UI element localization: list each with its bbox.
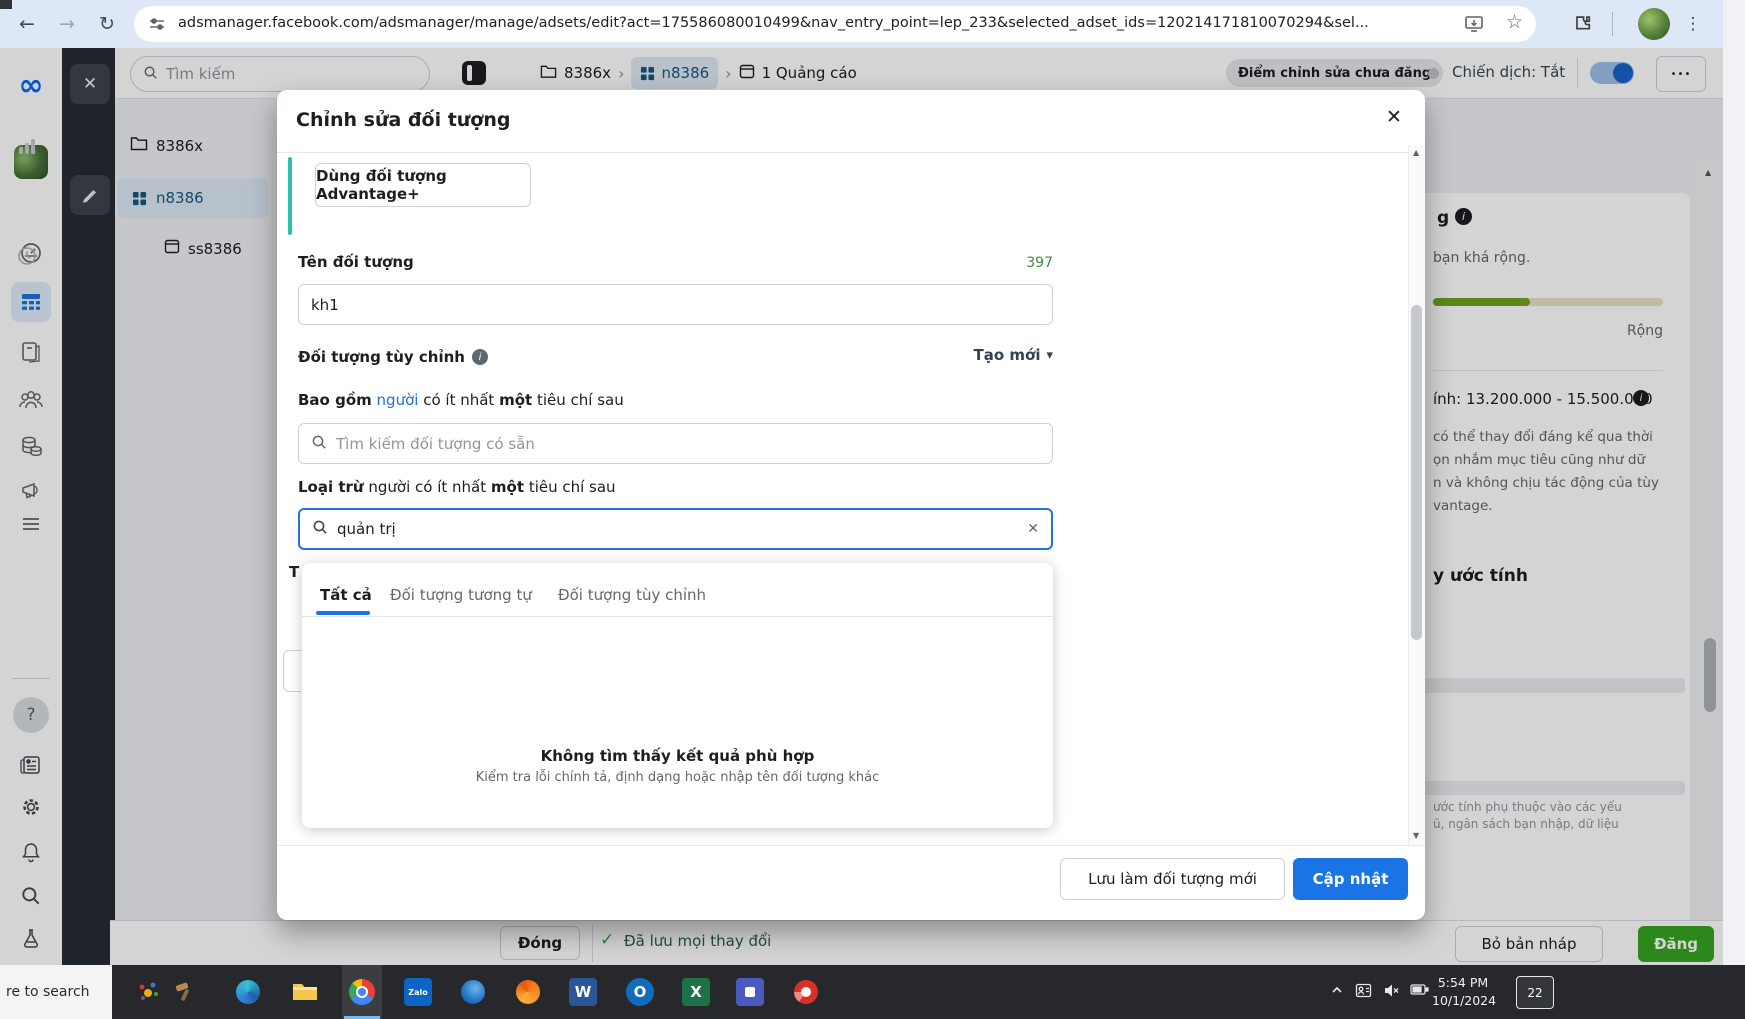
search-icon <box>311 434 327 454</box>
search-icon <box>312 519 328 539</box>
people-link[interactable]: người <box>377 391 419 409</box>
active-tab-underline <box>316 611 370 615</box>
taskbar-thunderbird-icon[interactable] <box>459 978 487 1006</box>
include-search-field[interactable] <box>298 423 1053 464</box>
browser-profile-avatar[interactable] <box>1638 8 1670 40</box>
taskbar-red-app-icon[interactable] <box>792 978 820 1006</box>
info-icon[interactable]: i <box>472 349 488 365</box>
address-bar[interactable]: adsmanager.facebook.com/adsmanager/manag… <box>134 6 1536 42</box>
browser-menu-icon[interactable]: ⋮ <box>1678 9 1708 39</box>
taskbar-word-icon[interactable]: W <box>569 978 597 1006</box>
notification-center-icon[interactable]: 22 <box>1516 976 1554 1009</box>
bookmark-star-icon[interactable]: ☆ <box>1506 11 1523 33</box>
browser-back-button[interactable]: ← <box>12 9 42 39</box>
desktop-wallpaper <box>1723 0 1745 965</box>
create-new-dropdown[interactable]: Tạo mới ▾ <box>974 346 1054 364</box>
taskbar-zalo-icon[interactable]: Zalo <box>404 978 432 1006</box>
url-text[interactable]: adsmanager.facebook.com/adsmanager/manag… <box>178 15 1448 31</box>
hidden-input-fragment <box>283 650 301 692</box>
modal-footer-divider <box>277 845 1425 846</box>
audience-name-label: Tên đối tượng <box>298 253 414 271</box>
edit-audience-modal: Chỉnh sửa đối tượng ✕ Dùng đối tượng Adv… <box>277 90 1425 920</box>
tray-chevron-icon[interactable] <box>1330 983 1344 1001</box>
taskbar-app-colorful-icon[interactable] <box>134 978 162 1006</box>
notification-count-badge: 22 <box>1527 986 1542 1000</box>
tab-all[interactable]: Tất cả <box>320 586 372 604</box>
taskbar-excel-icon[interactable]: X <box>682 978 710 1006</box>
empty-results-title: Không tìm thấy kết quả phù hợp <box>302 747 1053 765</box>
modal-header-divider <box>277 152 1425 153</box>
window-corner-artifact <box>0 0 12 9</box>
clear-input-icon[interactable]: ✕ <box>1027 521 1039 537</box>
custom-audience-header: Đối tượng tùy chỉnh i <box>298 348 488 366</box>
name-char-counter: 397 <box>1026 255 1053 271</box>
taskbar-file-explorer-icon[interactable] <box>291 978 319 1006</box>
advantage-audience-button[interactable]: Dùng đối tượng Advantage+ <box>315 163 531 207</box>
tray-battery-icon[interactable] <box>1410 983 1429 1000</box>
exclude-criteria-line: Loại trừ người có ít nhất một tiêu chí s… <box>298 478 616 496</box>
chrome-icon <box>348 978 376 1006</box>
taskbar-app-hammer-icon[interactable] <box>170 978 198 1006</box>
taskbar-orange-app-icon[interactable] <box>514 978 542 1006</box>
taskbar-search-text: re to search <box>0 984 90 1000</box>
browser-forward-button[interactable]: → <box>52 9 82 39</box>
scroll-up-arrow[interactable]: ▲ <box>1413 148 1419 157</box>
screen: ← → ↻ adsmanager.facebook.com/adsmanager… <box>0 0 1745 1019</box>
browser-toolbar: ← → ↻ adsmanager.facebook.com/adsmanager… <box>0 0 1723 48</box>
taskbar-chrome-active-slot[interactable] <box>342 965 382 1019</box>
tray-volume-icon[interactable] <box>1383 982 1401 1003</box>
tray-time: 5:54 PM <box>1432 974 1494 992</box>
tab-lookalike[interactable]: Đối tượng tương tự <box>390 586 532 604</box>
tab-custom[interactable]: Đối tượng tùy chỉnh <box>558 586 706 604</box>
save-as-new-audience-button[interactable]: Lưu làm đối tượng mới <box>1060 858 1285 900</box>
extensions-puzzle-icon[interactable] <box>1572 13 1594 39</box>
tray-contact-icon[interactable] <box>1355 982 1372 1003</box>
include-criteria-line: Bao gồm người có ít nhất một tiêu chí sa… <box>298 391 624 409</box>
active-section-accent <box>288 157 292 235</box>
hidden-content-fragment: T <box>289 563 300 583</box>
browser-reload-button[interactable]: ↻ <box>92 9 122 39</box>
modal-scrollbar-thumb[interactable] <box>1411 305 1422 640</box>
update-audience-button[interactable]: Cập nhật <box>1293 858 1408 900</box>
taskbar-teams-icon[interactable] <box>736 978 764 1006</box>
modal-scrollbar[interactable]: ▲ ▼ <box>1408 145 1425 845</box>
scroll-down-arrow[interactable]: ▼ <box>1413 831 1419 840</box>
audience-name-input[interactable] <box>298 284 1053 325</box>
caret-down-icon: ▾ <box>1046 348 1053 363</box>
tray-clock[interactable]: 5:54 PM 10/1/2024 <box>1432 974 1494 1010</box>
toolbar-divider <box>1612 12 1613 36</box>
empty-results-subtitle: Kiểm tra lỗi chính tả, định dạng hoặc nh… <box>302 770 1053 785</box>
tabs-divider <box>302 616 1053 617</box>
taskbar-app-edge-icon[interactable] <box>234 978 262 1006</box>
windows-taskbar: re to search Zalo <box>0 965 1745 1019</box>
install-icon[interactable] <box>1464 14 1484 38</box>
site-info-icon[interactable] <box>148 15 166 33</box>
modal-title: Chỉnh sửa đối tượng <box>296 109 511 131</box>
taskbar-search-box[interactable]: re to search <box>0 965 112 1019</box>
modal-close-button[interactable]: ✕ <box>1375 98 1413 136</box>
audience-results-panel: Tất cả Đối tượng tương tự Đối tượng tùy … <box>302 563 1053 828</box>
tray-date: 10/1/2024 <box>1432 992 1494 1010</box>
exclude-search-field[interactable]: ✕ <box>298 508 1053 550</box>
taskbar-outlook-icon[interactable]: O <box>626 978 654 1006</box>
